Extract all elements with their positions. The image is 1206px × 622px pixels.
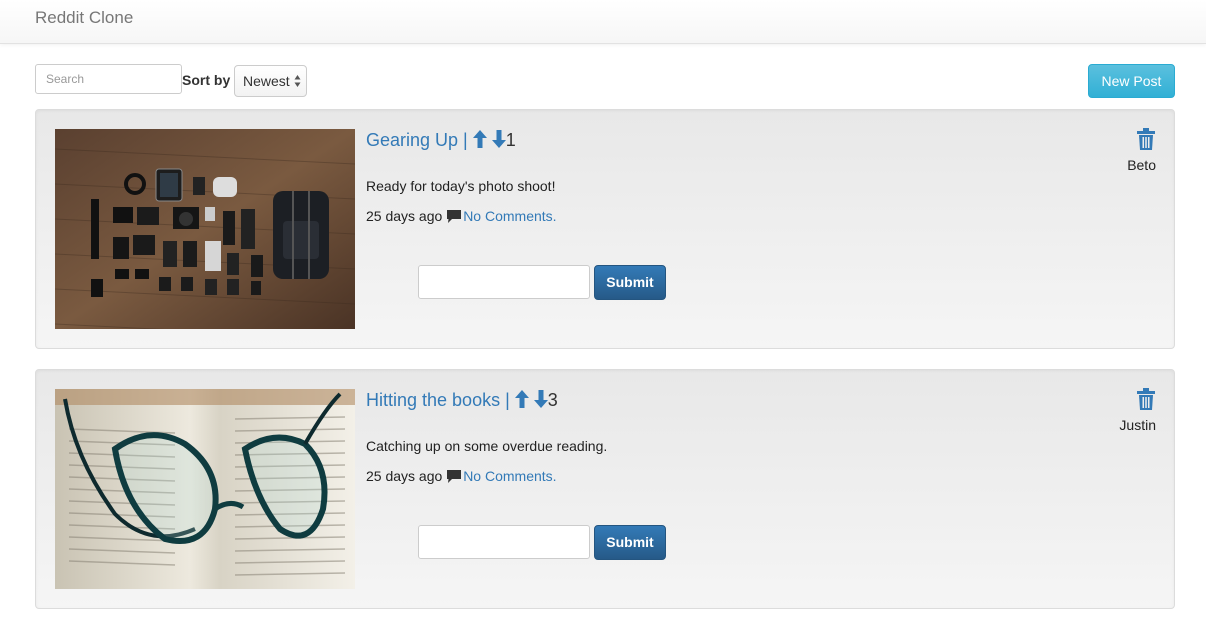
post-author: Justin	[1119, 417, 1156, 433]
downvote-arrow-icon[interactable]	[491, 130, 506, 148]
post-image[interactable]	[55, 389, 355, 589]
submit-comment-button[interactable]: Submit	[594, 525, 666, 560]
post-meta: 25 days ago No Comments.	[366, 208, 557, 224]
post-age: 25 days ago	[366, 208, 443, 224]
submit-comment-button[interactable]: Submit	[594, 265, 666, 300]
comment-icon	[447, 470, 462, 483]
vote-score: 1	[505, 130, 516, 150]
upvote-arrow-icon[interactable]	[514, 390, 529, 408]
vote-score: 3	[547, 390, 558, 410]
post-meta: 25 days ago No Comments.	[366, 468, 557, 484]
post-card: Gearing Up | 1 Ready for today's photo s…	[35, 109, 1175, 349]
sort-selected-value: Newest	[243, 73, 290, 89]
comment-icon	[447, 210, 462, 223]
post-title-text[interactable]: Gearing Up |	[366, 130, 468, 150]
trash-icon[interactable]	[1137, 128, 1155, 150]
trash-icon[interactable]	[1137, 388, 1155, 410]
comment-input[interactable]	[418, 265, 590, 299]
post-title[interactable]: Gearing Up | 1	[366, 130, 516, 151]
sort-by-label: Sort by	[182, 72, 231, 88]
new-post-button[interactable]: New Post	[1088, 64, 1175, 98]
sort-select[interactable]: Newest	[234, 65, 307, 97]
select-arrows-icon	[294, 75, 301, 87]
post-author: Beto	[1127, 157, 1156, 173]
comments-link[interactable]: No Comments.	[463, 468, 556, 484]
search-input[interactable]	[35, 64, 182, 94]
post-body: Ready for today's photo shoot!	[366, 178, 556, 194]
post-body: Catching up on some overdue reading.	[366, 438, 608, 454]
upvote-arrow-icon[interactable]	[472, 130, 487, 148]
brand-title[interactable]: Reddit Clone	[35, 8, 133, 28]
post-card: Hitting the books | 3 Catching up on som…	[35, 369, 1175, 609]
comments-link[interactable]: No Comments.	[463, 208, 556, 224]
comment-input[interactable]	[418, 525, 590, 559]
post-image[interactable]	[55, 129, 355, 329]
post-title-text[interactable]: Hitting the books |	[366, 390, 510, 410]
top-navbar: Reddit Clone	[0, 0, 1206, 44]
post-age: 25 days ago	[366, 468, 443, 484]
downvote-arrow-icon[interactable]	[533, 390, 548, 408]
post-title[interactable]: Hitting the books | 3	[366, 390, 558, 411]
